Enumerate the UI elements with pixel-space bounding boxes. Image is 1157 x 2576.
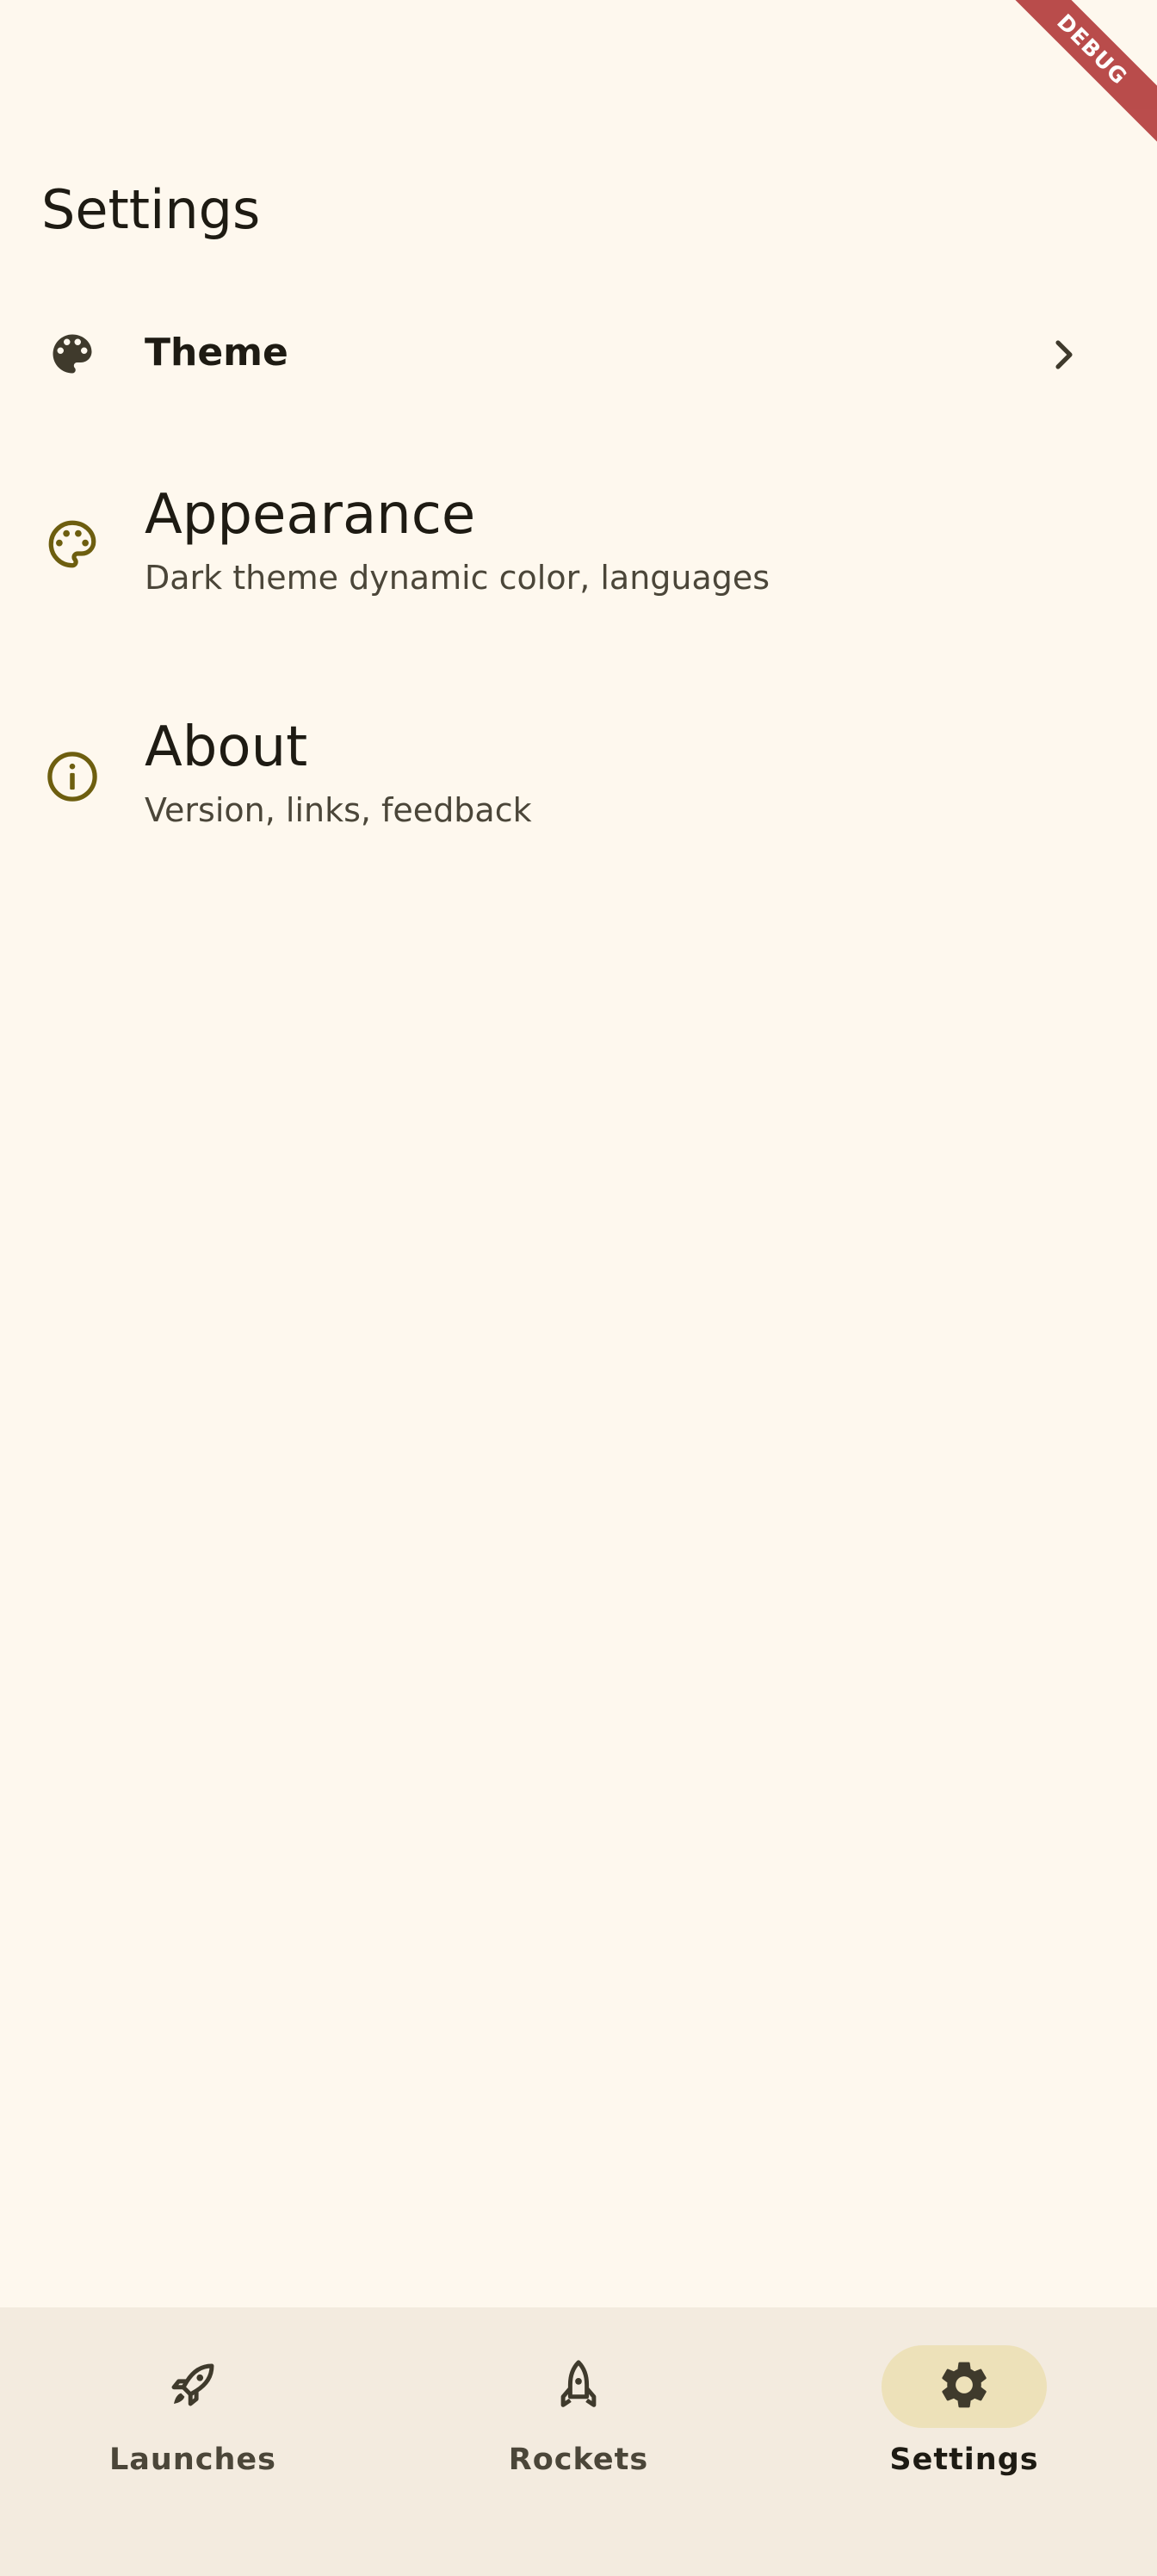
palette-outline-icon: [41, 513, 103, 575]
gear-icon: [936, 2356, 993, 2417]
settings-item-appearance-title: Appearance: [145, 483, 476, 547]
rocket-icon: [550, 2356, 607, 2417]
nav-item-settings[interactable]: Settings: [771, 2342, 1157, 2514]
nav-item-rockets-indicator: [496, 2345, 661, 2428]
settings-item-about[interactable]: About Version, links, feedback: [0, 711, 1157, 840]
nav-item-launches-indicator: [110, 2345, 275, 2428]
debug-banner: DEBUG: [985, 0, 1157, 172]
page-title: Settings: [41, 178, 261, 241]
nav-item-rockets-label: Rockets: [508, 2443, 649, 2477]
nav-item-settings-indicator: [882, 2345, 1047, 2428]
rocket-launch-icon: [164, 2356, 221, 2417]
nav-item-launches[interactable]: Launches: [0, 2342, 386, 2514]
settings-item-appearance[interactable]: Appearance Dark theme dynamic color, lan…: [0, 479, 1157, 608]
settings-item-about-title: About: [145, 715, 308, 779]
nav-item-settings-label: Settings: [889, 2443, 1039, 2477]
settings-item-theme[interactable]: Theme: [0, 307, 1157, 401]
nav-item-rockets[interactable]: Rockets: [386, 2342, 771, 2514]
settings-item-appearance-subtitle: Dark theme dynamic color, languages: [145, 559, 770, 597]
chevron-right-icon: [1040, 331, 1088, 379]
bottom-navigation-bar: Launches Rockets Settings: [0, 2307, 1157, 2576]
nav-item-launches-label: Launches: [109, 2443, 276, 2477]
settings-item-about-subtitle: Version, links, feedback: [145, 791, 532, 829]
settings-item-theme-label: Theme: [145, 331, 288, 375]
palette-filled-icon: [41, 323, 103, 385]
info-outline-icon: [41, 746, 103, 808]
debug-banner-label: DEBUG: [990, 0, 1157, 152]
